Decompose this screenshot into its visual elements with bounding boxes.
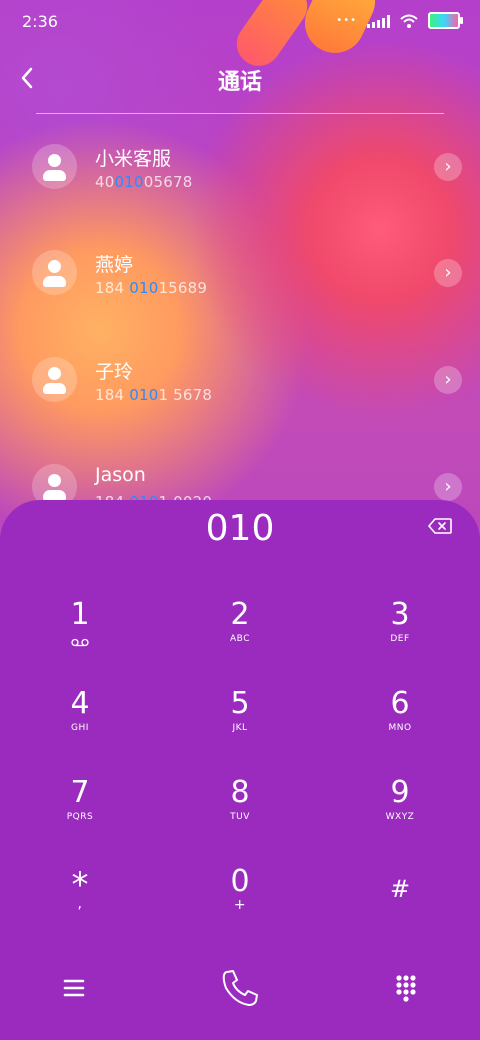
contact-number: 184 0101 5678 [95, 386, 213, 404]
contact-name: 小米客服 [95, 148, 172, 170]
contact-name: Jason [95, 464, 146, 486]
number-match: 010 [114, 173, 144, 191]
chevron-right-icon[interactable]: › [434, 153, 462, 181]
key-5[interactable]: 5 JKL [180, 687, 300, 767]
keypad-icon[interactable] [386, 968, 426, 1008]
key-6[interactable]: 6 MNO [340, 687, 460, 767]
key-hash[interactable]: # [340, 872, 460, 952]
key-1[interactable]: 1 [20, 598, 140, 678]
list-item[interactable]: 子玲 184 0101 5678 › [0, 331, 480, 431]
status-time: 2:36 [22, 12, 58, 31]
header: 通话 [0, 50, 480, 110]
number-match: 010 [129, 386, 159, 404]
key-3[interactable]: 3 DEF [340, 598, 460, 678]
key-9[interactable]: 9 WXYZ [340, 776, 460, 856]
header-divider [36, 113, 444, 114]
key-2[interactable]: 2 ABC [180, 598, 300, 678]
voicemail-icon [71, 638, 89, 647]
avatar-icon [32, 357, 77, 402]
avatar-icon [32, 144, 77, 189]
status-icons: ••• [336, 12, 463, 29]
contact-name: 子玲 [95, 361, 134, 383]
page-title: 通话 [217, 70, 262, 95]
backspace-icon[interactable] [428, 518, 452, 534]
chevron-right-icon[interactable]: › [434, 473, 462, 501]
dial-input-display[interactable]: 010 [0, 508, 480, 549]
list-item[interactable]: 燕婷 184 01015689 › [0, 224, 480, 324]
wifi-icon [400, 14, 418, 28]
phone-icon[interactable] [218, 966, 262, 1010]
key-8[interactable]: 8 TUV [180, 776, 300, 856]
battery-icon [428, 12, 463, 29]
avatar-icon [32, 250, 77, 295]
contact-number: 4001005678 [95, 173, 193, 191]
chevron-right-icon[interactable]: › [434, 259, 462, 287]
key-star[interactable]: * , [20, 868, 140, 948]
dots-icon: ••• [336, 15, 357, 26]
chevron-right-icon[interactable]: › [434, 366, 462, 394]
signal-icon [367, 14, 390, 28]
key-7[interactable]: 7 PQRS [20, 776, 140, 856]
menu-icon[interactable] [54, 968, 94, 1008]
key-0[interactable]: 0 + [180, 865, 300, 945]
key-4[interactable]: 4 GHI [20, 687, 140, 767]
list-item[interactable]: 小米客服 4001005678 › [0, 118, 480, 218]
status-bar: 2:36 ••• [0, 0, 480, 44]
contact-name: 燕婷 [95, 254, 134, 276]
contact-number: 184 01015689 [95, 279, 208, 297]
number-match: 010 [129, 279, 159, 297]
dialer-panel: 010 1 2 ABC 3 DEF 4 GHI 5 JKL 6 MNO 7 PQ… [0, 500, 480, 1040]
